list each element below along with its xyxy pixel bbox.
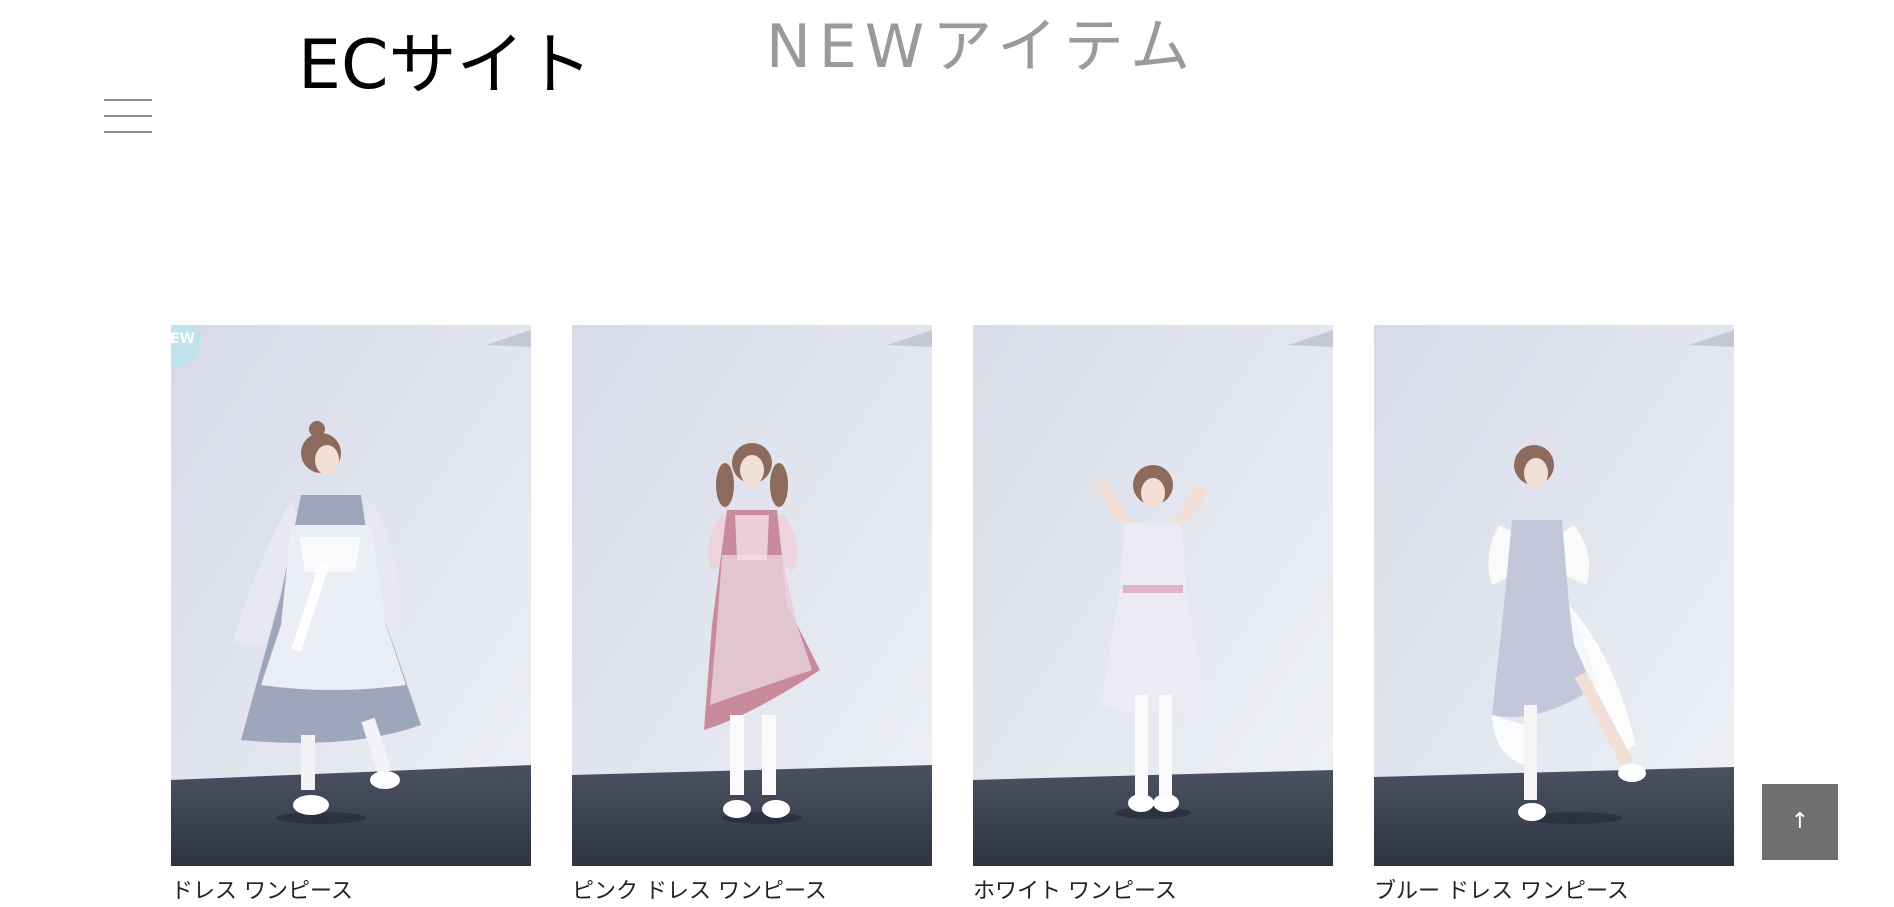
menu-line — [104, 99, 152, 101]
menu-line — [104, 115, 152, 117]
product-image[interactable] — [973, 325, 1333, 866]
model-photo — [1374, 325, 1734, 866]
product-name[interactable]: ブルー ドレス ワンピース — [1374, 877, 1734, 907]
product-card[interactable]: ピンク ドレス ワンピース — [572, 325, 932, 904]
product-card[interactable]: ホワイト ワンピース — [973, 325, 1333, 904]
product-card[interactable]: NEW ドレス ワンピース — [171, 325, 531, 904]
hamburger-menu-icon[interactable] — [104, 96, 152, 136]
product-image[interactable] — [1374, 325, 1734, 866]
back-to-top-button[interactable]: ↑ — [1762, 784, 1838, 860]
product-name[interactable]: ホワイト ワンピース — [973, 877, 1333, 907]
product-card[interactable]: ブルー ドレス ワンピース — [1374, 325, 1734, 904]
model-photo — [572, 325, 932, 866]
product-grid: NEW ドレス ワンピース — [171, 325, 1741, 904]
model-photo — [171, 325, 531, 866]
section-title: NEWアイテム — [766, 12, 1199, 82]
site-title[interactable]: ECサイト — [298, 26, 592, 106]
arrow-up-icon: ↑ — [1790, 809, 1810, 834]
product-name[interactable]: ピンク ドレス ワンピース — [572, 877, 932, 907]
product-image[interactable]: NEW — [171, 325, 531, 866]
product-name[interactable]: ドレス ワンピース — [171, 877, 531, 907]
model-photo — [973, 325, 1333, 866]
product-image[interactable] — [572, 325, 932, 866]
menu-line — [104, 131, 152, 133]
